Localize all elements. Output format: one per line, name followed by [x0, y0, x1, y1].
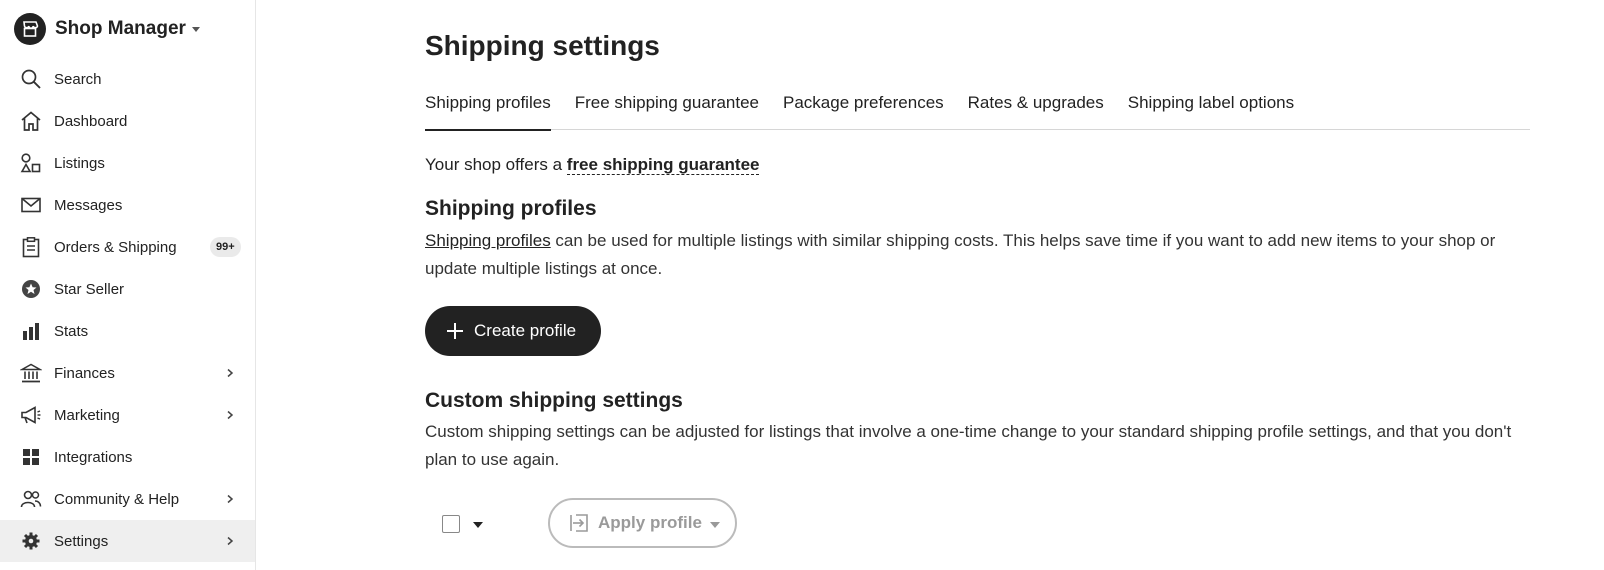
- sidebar-item-label: Messages: [54, 196, 123, 214]
- chevron-right-icon: [223, 408, 237, 422]
- sidebar-item-settings[interactable]: Settings: [0, 520, 255, 562]
- sidebar-item-orders-shipping[interactable]: Orders & Shipping 99+: [0, 226, 255, 268]
- custom-shipping-heading: Custom shipping settings: [425, 389, 683, 412]
- shipping-profiles-description: Shipping profiles can be used for multip…: [425, 227, 1530, 283]
- free-shipping-notice: Your shop offers a free shipping guarant…: [425, 155, 760, 175]
- grid-icon: [19, 445, 43, 469]
- chevron-right-icon: [223, 492, 237, 506]
- caret-down-icon: [709, 521, 720, 528]
- settings-tabs: Shipping profiles Free shipping guarante…: [425, 90, 1530, 131]
- sidebar-item-dashboard[interactable]: Dashboard: [0, 100, 255, 142]
- sidebar-item-label: Listings: [54, 154, 105, 172]
- tab-package-preferences[interactable]: Package preferences: [783, 90, 944, 130]
- select-options-caret-icon[interactable]: [473, 522, 483, 528]
- sidebar-item-label: Orders & Shipping: [54, 238, 177, 256]
- free-shipping-guarantee-link[interactable]: free shipping guarantee: [566, 155, 760, 175]
- star-badge-icon: [19, 277, 43, 301]
- create-profile-label: Create profile: [474, 321, 577, 340]
- envelope-icon: [19, 193, 43, 217]
- sidebar-item-label: Stats: [54, 322, 89, 340]
- free-shipping-notice-text: Your shop offers a: [425, 155, 567, 174]
- apply-arrow-icon: [568, 512, 590, 534]
- bulk-controls: Apply profile: [425, 498, 825, 548]
- shipping-profiles-link[interactable]: Shipping profiles: [425, 231, 551, 250]
- sidebar-item-integrations[interactable]: Integrations: [0, 436, 255, 478]
- chevron-right-icon: [223, 534, 237, 548]
- sidebar-item-community-help[interactable]: Community & Help: [0, 478, 255, 520]
- caret-down-icon: [191, 26, 200, 32]
- sidebar-item-finances[interactable]: Finances: [0, 352, 255, 394]
- tab-free-shipping-guarantee[interactable]: Free shipping guarantee: [575, 90, 759, 130]
- custom-shipping-description: Custom shipping settings can be adjusted…: [425, 422, 1512, 469]
- bar-chart-icon: [19, 319, 43, 343]
- shipping-profiles-heading: Shipping profiles: [425, 197, 597, 220]
- sidebar-item-messages[interactable]: Messages: [0, 184, 255, 226]
- sidebar-item-label: Integrations: [54, 448, 133, 466]
- sidebar-item-label: Star Seller: [54, 280, 125, 298]
- sidebar-item-label: Search: [54, 70, 102, 88]
- sidebar-item-star-seller[interactable]: Star Seller: [0, 268, 255, 310]
- tab-shipping-label-options[interactable]: Shipping label options: [1128, 90, 1294, 130]
- sidebar-item-search[interactable]: Search: [0, 58, 255, 100]
- tab-shipping-profiles[interactable]: Shipping profiles: [425, 90, 551, 131]
- listings-icon: [19, 151, 43, 175]
- shipping-profiles-text: can be used for multiple listings with s…: [425, 231, 1496, 278]
- plus-icon: [445, 321, 465, 341]
- create-profile-button[interactable]: Create profile: [425, 306, 602, 356]
- search-icon: [19, 67, 43, 91]
- sidebar-item-label: Settings: [54, 532, 109, 550]
- sidebar-item-listings[interactable]: Listings: [0, 142, 255, 184]
- sidebar-item-label: Finances: [54, 364, 115, 382]
- people-icon: [19, 487, 43, 511]
- gear-icon: [19, 529, 43, 553]
- select-all-checkbox[interactable]: [442, 515, 460, 533]
- shop-icon: [14, 13, 46, 45]
- chevron-right-icon: [223, 366, 237, 380]
- shop-manager-title: Shop Manager: [55, 18, 186, 39]
- sidebar-item-marketing[interactable]: Marketing: [0, 394, 255, 436]
- sidebar-item-stats[interactable]: Stats: [0, 310, 255, 352]
- megaphone-icon: [19, 403, 43, 427]
- shop-manager-menu[interactable]: Shop Manager: [14, 13, 200, 45]
- page-title: Shipping settings: [425, 30, 660, 61]
- sidebar-item-label: Community & Help: [54, 490, 180, 508]
- orders-count-badge: 99+: [210, 237, 241, 257]
- clipboard-icon: [19, 235, 43, 259]
- apply-profile-label: Apply profile: [598, 513, 702, 532]
- apply-profile-button[interactable]: Apply profile: [548, 498, 737, 548]
- tab-rates-upgrades[interactable]: Rates & upgrades: [968, 90, 1104, 130]
- sidebar-item-label: Dashboard: [54, 112, 128, 130]
- sidebar-nav: Search Dashboard Listings Messages Order…: [0, 58, 255, 562]
- home-icon: [19, 109, 43, 133]
- bank-icon: [19, 361, 43, 385]
- sidebar: Shop Manager Search Dashboard Listings M…: [0, 0, 256, 570]
- sidebar-item-label: Marketing: [54, 406, 120, 424]
